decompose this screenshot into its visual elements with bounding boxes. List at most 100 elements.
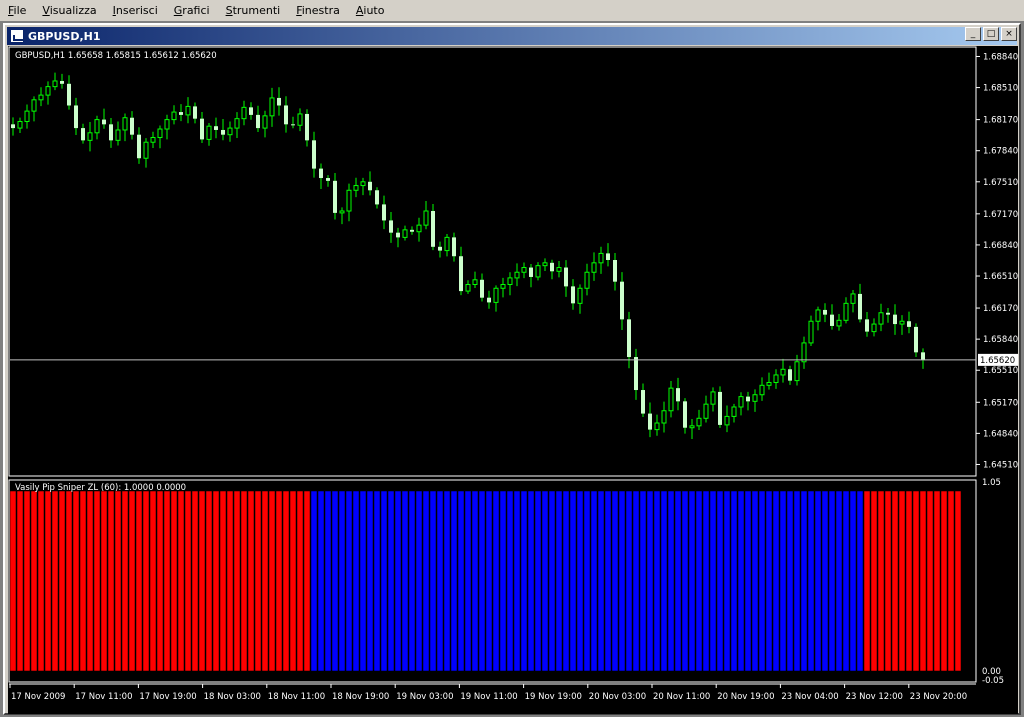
candle-body-bear xyxy=(305,113,309,141)
candle-body-bull xyxy=(514,271,520,279)
candle-body-bull xyxy=(801,342,807,363)
candle-body-bull xyxy=(689,425,695,429)
candle-body-bull xyxy=(584,271,590,289)
candle-body-bull xyxy=(710,391,716,405)
minimize-button[interactable]: _ xyxy=(965,27,981,41)
time-tick-label: 17 Nov 11:00 xyxy=(75,692,132,702)
candle-body-bull xyxy=(38,94,44,101)
chart-canvas[interactable]: 1.68840 1.68510 1.68170 1.67840 1.67510 1.671… xyxy=(8,46,1018,714)
time-tick-label: 19 Nov 11:00 xyxy=(460,692,517,702)
candle-body-bull xyxy=(535,265,541,278)
indicator-bar xyxy=(443,490,451,672)
indicator-bar xyxy=(513,490,521,672)
candle-body-bull xyxy=(115,129,121,141)
indicator-bar xyxy=(114,490,122,672)
candle-body-bull xyxy=(423,210,429,226)
candle-body-bull xyxy=(836,319,842,327)
indicator-bar xyxy=(625,490,633,672)
menu-file[interactable]: File xyxy=(0,4,34,17)
indicator-bar xyxy=(933,490,941,672)
candle-body-bear xyxy=(606,253,610,260)
indicator-bar xyxy=(72,490,80,672)
candle-body-bear xyxy=(788,369,792,381)
candle-body-bear xyxy=(221,129,225,135)
menu-inserisci[interactable]: Inserisci xyxy=(105,4,166,17)
candle-body-bear xyxy=(137,134,141,159)
indicator-tick-label: -0.05 xyxy=(982,676,1004,686)
candle-body-bull xyxy=(507,277,513,285)
candle-body-bear xyxy=(921,352,925,360)
indicator-bar xyxy=(772,490,780,672)
indicator-bar xyxy=(569,490,577,672)
indicator-bar xyxy=(940,490,948,672)
indicator-bar xyxy=(191,490,199,672)
candle-body-bear xyxy=(886,312,890,315)
menu-strumenti[interactable]: Strumenti xyxy=(218,4,289,17)
candle-body-bear xyxy=(431,211,435,247)
menu-bar: File Visualizza Inserisci Grafici Strumenti F… xyxy=(0,0,1024,21)
menu-label-rest: ile xyxy=(13,4,27,17)
candle-body-bull xyxy=(353,185,359,191)
indicator-bar xyxy=(639,490,647,672)
indicator-bar xyxy=(142,490,150,672)
indicator-bar xyxy=(352,490,360,672)
candle-body-bear xyxy=(830,314,834,326)
candle-body-bull xyxy=(143,141,149,159)
candle-body-bull xyxy=(780,368,786,376)
candle-body-bear xyxy=(823,309,827,315)
candle-body-bull xyxy=(157,128,163,139)
indicator-bar xyxy=(926,490,934,672)
candle-body-bear xyxy=(459,256,463,292)
indicator-bar xyxy=(660,490,668,672)
indicator-bar xyxy=(86,490,94,672)
candle-body-bear xyxy=(200,118,204,140)
maximize-button[interactable]: □ xyxy=(983,27,999,41)
indicator-bar xyxy=(674,490,682,672)
time-tick-label: 19 Nov 19:00 xyxy=(525,692,582,702)
indicator-bar xyxy=(436,490,444,672)
candle-body-bull xyxy=(45,86,51,96)
menu-aiuto[interactable]: Aiuto xyxy=(348,4,393,17)
indicator-bar xyxy=(366,490,374,672)
close-button[interactable]: × xyxy=(1001,27,1017,41)
time-tick-label: 20 Nov 19:00 xyxy=(717,692,774,702)
candle-body-bear xyxy=(81,128,85,141)
candle-body-bull xyxy=(731,406,737,417)
indicator-bar xyxy=(107,490,115,672)
indicator-bar xyxy=(891,490,899,672)
indicator-bar xyxy=(394,490,402,672)
time-tick-label: 18 Nov 03:00 xyxy=(204,692,261,702)
candle-body-bull xyxy=(878,312,884,325)
menu-grafici[interactable]: Grafici xyxy=(166,4,218,17)
indicator-bar xyxy=(135,490,143,672)
indicator-bar xyxy=(702,490,710,672)
indicator-bar xyxy=(233,490,241,672)
indicator-bar xyxy=(324,490,332,672)
indicator-bar xyxy=(121,490,129,672)
candle-body-bull xyxy=(465,283,471,292)
candle-body-bull xyxy=(556,267,562,272)
indicator-bar xyxy=(457,490,465,672)
candle-body-bear xyxy=(74,105,78,129)
indicator-bar xyxy=(184,490,192,672)
indicator-bar xyxy=(485,490,493,672)
candle-body-bull xyxy=(500,283,506,289)
price-tick-label: 1.66840 xyxy=(983,241,1018,251)
indicator-bar xyxy=(779,490,787,672)
indicator-bar xyxy=(884,490,892,672)
candle-body-bull xyxy=(724,415,730,426)
menu-visualizza[interactable]: Visualizza xyxy=(34,4,104,17)
indicator-bar xyxy=(212,490,220,672)
indicator-bar xyxy=(723,490,731,672)
menu-finestra[interactable]: Finestra xyxy=(288,4,348,17)
window-titlebar[interactable]: GBPUSD,H1 xyxy=(7,27,1017,45)
indicator-bar xyxy=(429,490,437,672)
indicator-bar xyxy=(604,490,612,672)
candle-body-bull xyxy=(87,132,93,141)
indicator-bar xyxy=(737,490,745,672)
candle-body-bull xyxy=(444,236,450,252)
candle-body-bear xyxy=(312,140,316,169)
candle-body-bear xyxy=(60,80,64,84)
main-chart-header: GBPUSD,H1 1.65658 1.65815 1.65612 1.6562… xyxy=(15,51,217,61)
candle-body-bear xyxy=(389,220,393,233)
